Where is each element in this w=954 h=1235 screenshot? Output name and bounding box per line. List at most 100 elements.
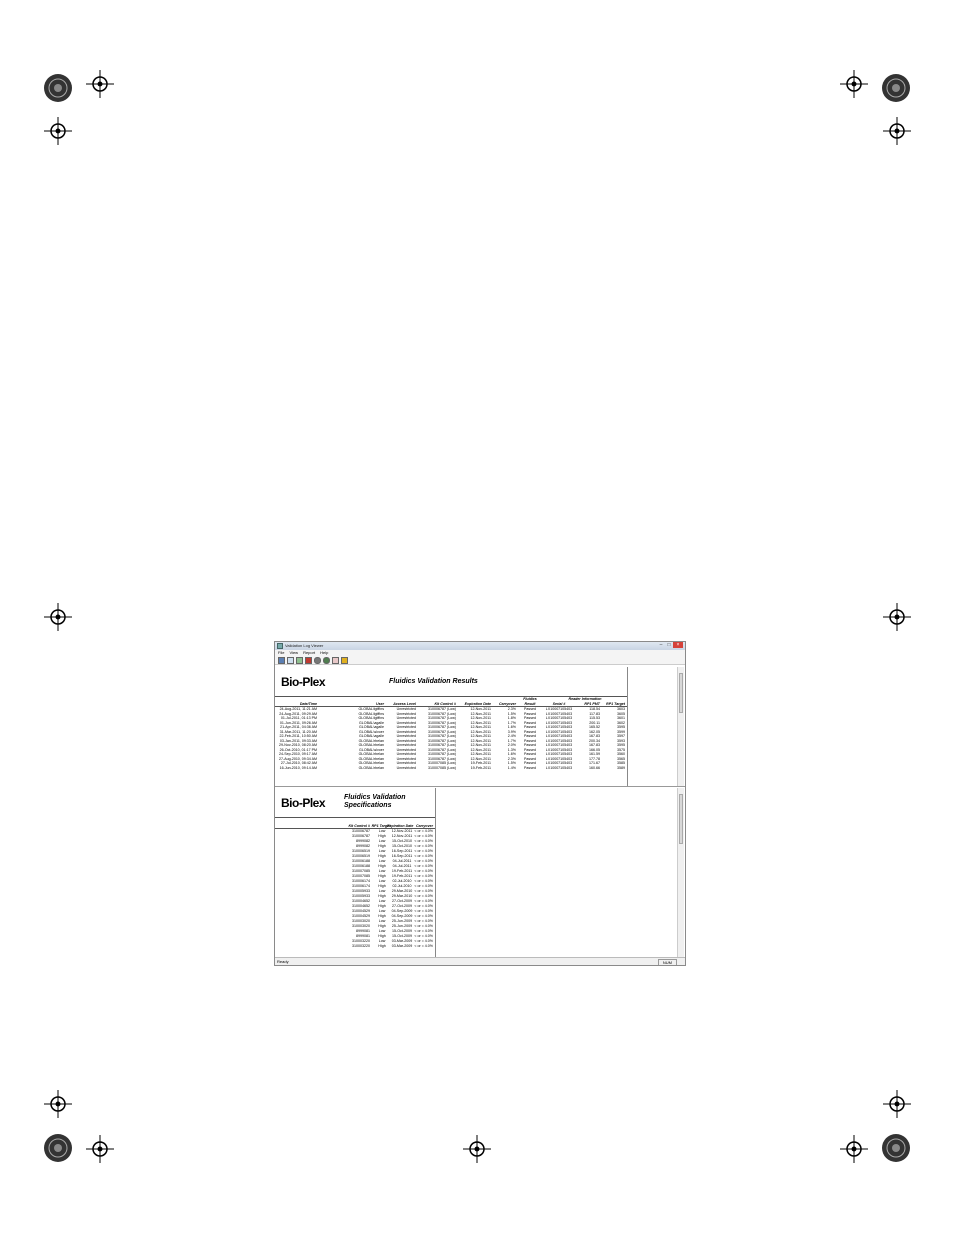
table-cell: Low	[378, 899, 386, 903]
table-cell: < or = 4.0%	[414, 849, 433, 853]
validation-log-viewer-window: Validation Log Viewer – □ × File View Re…	[274, 641, 686, 966]
print-icon[interactable]	[314, 657, 321, 664]
col-carryover: Carryover	[416, 824, 433, 828]
crosshair-mark-bottom-center	[463, 1135, 491, 1163]
table-cell: High	[378, 834, 386, 838]
registration-target-bottom-right	[879, 1131, 913, 1165]
table-cell: Low	[378, 869, 386, 873]
results-report: Bio-Plex Fluidics Validation Results Flu…	[275, 667, 628, 786]
specifications-report: Bio-Plex Fluidics Validation Specificati…	[275, 788, 436, 959]
table-cell: < or = 4.0%	[414, 929, 433, 933]
table-cell: < or = 4.0%	[414, 894, 433, 898]
table-cell: < or = 4.0%	[414, 919, 433, 923]
table-cell: 19-Feb-2011	[470, 765, 491, 770]
results-title: Fluidics Validation Results	[389, 678, 478, 685]
table-cell: 310006519	[352, 854, 370, 858]
table-cell: Low	[378, 839, 386, 843]
table-cell: Low	[378, 909, 386, 913]
crosshair-mark-bottom-1	[86, 1135, 114, 1163]
table-row: 310006519 Low 16-Sep-2011 < or = 4.0%	[275, 849, 435, 853]
table-cell: 310005933	[352, 889, 370, 893]
table-row: 310006174 Low 02-Jul-2010 < or = 4.0%	[275, 879, 435, 883]
crosshair-mark-right-3	[883, 1090, 911, 1118]
menu-help[interactable]: Help	[320, 650, 328, 656]
table-cell: < or = 4.0%	[414, 834, 433, 838]
table-cell: LX10007105403	[545, 765, 573, 770]
table-cell: < or = 4.0%	[414, 844, 433, 848]
table-cell: High	[378, 944, 386, 948]
table-cell: 310004529	[352, 909, 370, 913]
table-cell: 310007085	[352, 874, 370, 878]
scrollbar-thumb[interactable]	[679, 673, 683, 713]
crosshair-mark-right-1	[883, 117, 911, 145]
divider	[275, 817, 435, 818]
table-row: 310003020 High 25-Jun-2009 < or = 4.0%	[275, 924, 435, 928]
table-cell: Low	[378, 829, 386, 833]
group-header-reader: Reader Information	[568, 697, 602, 701]
close-icon[interactable]: ×	[673, 642, 683, 648]
table-cell: < or = 4.0%	[414, 889, 433, 893]
table-cell: 310004529	[352, 914, 370, 918]
table-row: 310006174 High 02-Jul-2010 < or = 4.0%	[275, 884, 435, 888]
scrollbar-thumb[interactable]	[679, 794, 683, 844]
table-row: 310004529 Low 04-Sep-2009 < or = 4.0%	[275, 909, 435, 913]
specifications-scrollbar[interactable]	[677, 788, 684, 959]
col-carryover: Carryover	[499, 702, 516, 706]
crosshair-mark-top-2	[840, 70, 868, 98]
table-row: 310006188 High 04-Jul-2011 < or = 4.0%	[275, 864, 435, 868]
table-row: 8999082 Low 15-Oct-2010 < or = 4.0%	[275, 839, 435, 843]
table-row: 310004652 High 27-Oct-2009 < or = 4.0%	[275, 904, 435, 908]
col-rp1-target: RP1 Target	[606, 702, 625, 706]
table-cell: < or = 4.0%	[414, 904, 433, 908]
refresh-icon[interactable]	[296, 657, 303, 664]
col-access-level: Access Level	[393, 702, 416, 706]
table-cell: 310006787	[352, 829, 370, 833]
table-row: 310006787 Low 12-Nov-2011 < or = 4.0%	[275, 829, 435, 833]
table-cell: 310006174	[352, 884, 370, 888]
table-cell: 3589	[617, 765, 625, 770]
table-cell: High	[378, 934, 386, 938]
table-cell: High	[378, 884, 386, 888]
crosshair-mark-right-2	[883, 603, 911, 631]
help-icon[interactable]	[341, 657, 348, 664]
table-row: 310006519 High 16-Sep-2011 < or = 4.0%	[275, 854, 435, 858]
table-cell: High	[378, 874, 386, 878]
window-controls: – □ ×	[657, 642, 683, 649]
table-cell: Low	[378, 879, 386, 883]
print-preview-icon[interactable]	[323, 657, 330, 664]
table-cell: < or = 4.0%	[414, 914, 433, 918]
table-cell: 310006188	[352, 864, 370, 868]
view-icon[interactable]	[287, 657, 294, 664]
menu-view[interactable]: View	[289, 650, 298, 656]
table-cell: GLOBAL\rbelan	[358, 765, 384, 770]
col-kit-control: Kit Control #	[348, 824, 370, 828]
table-cell: < or = 4.0%	[414, 924, 433, 928]
table-cell: 310003220	[352, 939, 370, 943]
crosshair-mark-top-1	[86, 70, 114, 98]
col-user: User	[376, 702, 384, 706]
table-cell: 310006519	[352, 849, 370, 853]
registration-target-top-left	[41, 71, 75, 105]
menu-file[interactable]: File	[278, 650, 284, 656]
table-cell: High	[378, 914, 386, 918]
minimize-icon[interactable]: –	[657, 642, 665, 648]
table-cell: < or = 4.0%	[414, 944, 433, 948]
bio-plex-logo: Bio-Plex	[281, 796, 326, 810]
table-cell: 310005933	[352, 894, 370, 898]
export-icon[interactable]	[305, 657, 312, 664]
table-cell: High	[378, 864, 386, 868]
mail-icon[interactable]	[332, 657, 339, 664]
table-cell: Low	[378, 919, 386, 923]
menu-report[interactable]: Report	[303, 650, 315, 656]
crosshair-mark-left-2	[44, 603, 72, 631]
maximize-icon[interactable]: □	[665, 642, 673, 648]
col-serial: Serial #	[552, 702, 566, 706]
registration-target-top-right	[879, 71, 913, 105]
results-scrollbar[interactable]	[677, 667, 684, 786]
open-icon[interactable]	[278, 657, 285, 664]
num-lock-indicator: NUM	[657, 959, 677, 965]
table-cell: < or = 4.0%	[414, 859, 433, 863]
window-title: Validation Log Viewer	[285, 643, 324, 648]
specifications-pane: Bio-Plex Fluidics Validation Specificati…	[275, 788, 685, 959]
table-cell: 310006174	[352, 879, 370, 883]
